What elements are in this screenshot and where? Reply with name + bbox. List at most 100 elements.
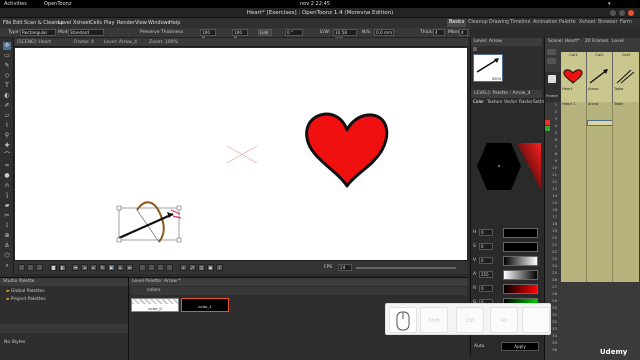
frame-number[interactable]: 27	[545, 284, 559, 290]
frame-number[interactable]: 20	[545, 235, 559, 241]
room-tab-timeline[interactable]: Timeline	[508, 19, 532, 27]
zoom-tool-icon[interactable]: ⌕	[3, 262, 11, 270]
alpha-field[interactable]: 255	[479, 271, 493, 278]
xsheet-cell-table[interactable]: Table	[613, 102, 639, 108]
miter-field[interactable]: 4	[459, 29, 468, 36]
frame-number[interactable]: 18	[545, 221, 559, 227]
close-button[interactable]	[628, 10, 634, 16]
room-tab-farm[interactable]: Farm	[618, 19, 634, 27]
scale-v-field[interactable]: 100 %	[232, 29, 248, 41]
frame-number[interactable]: 12	[545, 179, 559, 185]
menu-file[interactable]: File	[3, 20, 11, 26]
rgb-picker-tool-icon[interactable]: ✚	[3, 142, 11, 150]
loop-icon[interactable]: ↻	[99, 264, 106, 271]
frame-number[interactable]: 25	[545, 270, 559, 276]
frame-number[interactable]: 15	[545, 200, 559, 206]
eraser-tool-icon[interactable]: ▱	[3, 112, 11, 120]
value-bar[interactable]	[503, 256, 538, 266]
blue-channel-icon[interactable]	[157, 264, 164, 271]
xsheet-cell-heart[interactable]: Heart 1	[561, 102, 587, 108]
ew-field[interactable]: 10.58 mm	[333, 29, 357, 41]
animate-tool-icon[interactable]: ✥	[3, 42, 11, 50]
frame-number[interactable]: 28	[545, 291, 559, 297]
next-key-icon[interactable]: ▸	[90, 264, 97, 271]
frame-number[interactable]: 8	[545, 151, 559, 157]
value-slider[interactable]: V 0	[473, 256, 541, 266]
maximize-button[interactable]	[619, 10, 625, 16]
hue-slider[interactable]: H 0	[473, 228, 541, 238]
control-point-editor-icon[interactable]: ⌒	[3, 152, 11, 160]
magnet-tool-icon[interactable]: ∩	[3, 182, 11, 190]
frame-number[interactable]: 1	[545, 102, 559, 108]
preserve-thickness-checkbox[interactable]: Preserve Thickness	[140, 30, 183, 35]
style-picker-tool-icon[interactable]: ⚲	[3, 132, 11, 140]
pump-tool-icon[interactable]: ●	[3, 172, 11, 180]
hue-bar[interactable]	[503, 228, 538, 238]
frame-number[interactable]: 16	[545, 207, 559, 213]
cutter-tool-icon[interactable]: ✂	[3, 212, 11, 220]
column-header-col1[interactable]: Col1 Heart	[561, 52, 587, 102]
alpha-bar[interactable]	[503, 270, 538, 280]
frame-number[interactable]: 24	[545, 263, 559, 269]
hue-field[interactable]: 0	[479, 229, 493, 236]
zoom-in-icon[interactable]: ⌕	[180, 264, 187, 271]
bg-white-icon[interactable]	[18, 264, 25, 271]
system-status-icon[interactable]: ▾	[608, 1, 611, 7]
menu-xsheet[interactable]: Xsheet	[73, 20, 90, 26]
green-channel-icon[interactable]	[148, 264, 155, 271]
matte-channel-icon[interactable]	[166, 264, 173, 271]
hook-tool-icon[interactable]: ⚓	[3, 242, 11, 250]
paint-brush-tool-icon[interactable]: ✐	[3, 102, 11, 110]
brush-tool-icon[interactable]: ✎	[3, 62, 11, 70]
menu-view[interactable]: View	[135, 20, 147, 26]
bender-tool-icon[interactable]: ⟆	[3, 192, 11, 200]
type-select[interactable]: Rectangular	[20, 29, 56, 36]
xsheet-cell-area[interactable]: Heart 1 Arrow Table	[561, 102, 639, 282]
ns-field[interactable]: 0.0 mm	[374, 29, 394, 36]
frame-number[interactable]: 35	[545, 340, 559, 346]
link-button[interactable]: Link	[258, 29, 272, 36]
scale-h-field[interactable]: 100 %	[200, 29, 216, 41]
menu-cells[interactable]: Cells	[90, 20, 102, 26]
prev-frame-icon[interactable]: ◂	[81, 264, 88, 271]
first-frame-icon[interactable]: ⏮	[72, 264, 79, 271]
bg-checker-icon[interactable]	[36, 264, 43, 271]
tape-tool-icon[interactable]: ⌇	[3, 122, 11, 130]
tab-texture[interactable]: Texture	[487, 99, 502, 104]
red-channel-icon[interactable]	[139, 264, 146, 271]
room-tab-animation[interactable]: Animation	[531, 19, 559, 27]
skeleton-tool-icon[interactable]: ⟟	[3, 222, 11, 230]
frame-number[interactable]: 11	[545, 172, 559, 178]
selection-tool-icon[interactable]: ▭	[3, 52, 11, 60]
preview-icon[interactable]: ◫	[198, 264, 205, 271]
frame-number[interactable]: 23	[545, 256, 559, 262]
last-frame-icon[interactable]: ⏭	[126, 264, 133, 271]
fps-field[interactable]: 24	[338, 264, 352, 271]
iron-tool-icon[interactable]: ▰	[3, 202, 11, 210]
camera-icon[interactable]: ◙	[50, 264, 57, 271]
xsheet-add-column-icon[interactable]	[547, 58, 556, 64]
menu-render[interactable]: Render	[117, 20, 135, 26]
saturation-slider[interactable]: S 0	[473, 242, 541, 252]
play-icon[interactable]: ▶	[108, 264, 115, 271]
fullscreen-icon[interactable]: ⤢	[189, 264, 196, 271]
frame-number[interactable]: 17	[545, 214, 559, 220]
clock[interactable]: nov 2 22:45	[300, 1, 330, 7]
alpha-slider[interactable]: A 255	[473, 270, 541, 280]
tab-vector[interactable]: Vector	[504, 99, 517, 104]
fill-tool-icon[interactable]: ◐	[3, 92, 11, 100]
type-tool-icon[interactable]: T	[3, 82, 11, 90]
frame-number[interactable]: 6	[545, 137, 559, 143]
app-menu[interactable]: OpenToonz	[44, 1, 71, 7]
room-tab-basics[interactable]: Basics	[447, 19, 467, 27]
drawing-canvas[interactable]	[15, 48, 467, 260]
pinch-tool-icon[interactable]: ≈	[3, 162, 11, 170]
value-field[interactable]: 0	[479, 257, 493, 264]
room-tab-browser[interactable]: Browser	[596, 19, 619, 27]
style-chip-color1[interactable]: color_1	[181, 298, 229, 312]
frame-number[interactable]: 19	[545, 228, 559, 234]
tab-color[interactable]: Color	[473, 99, 484, 104]
thick-field[interactable]: 4	[433, 29, 445, 36]
rotation-field[interactable]: 0 °	[285, 29, 303, 36]
activities-button[interactable]: Activities	[4, 1, 27, 7]
